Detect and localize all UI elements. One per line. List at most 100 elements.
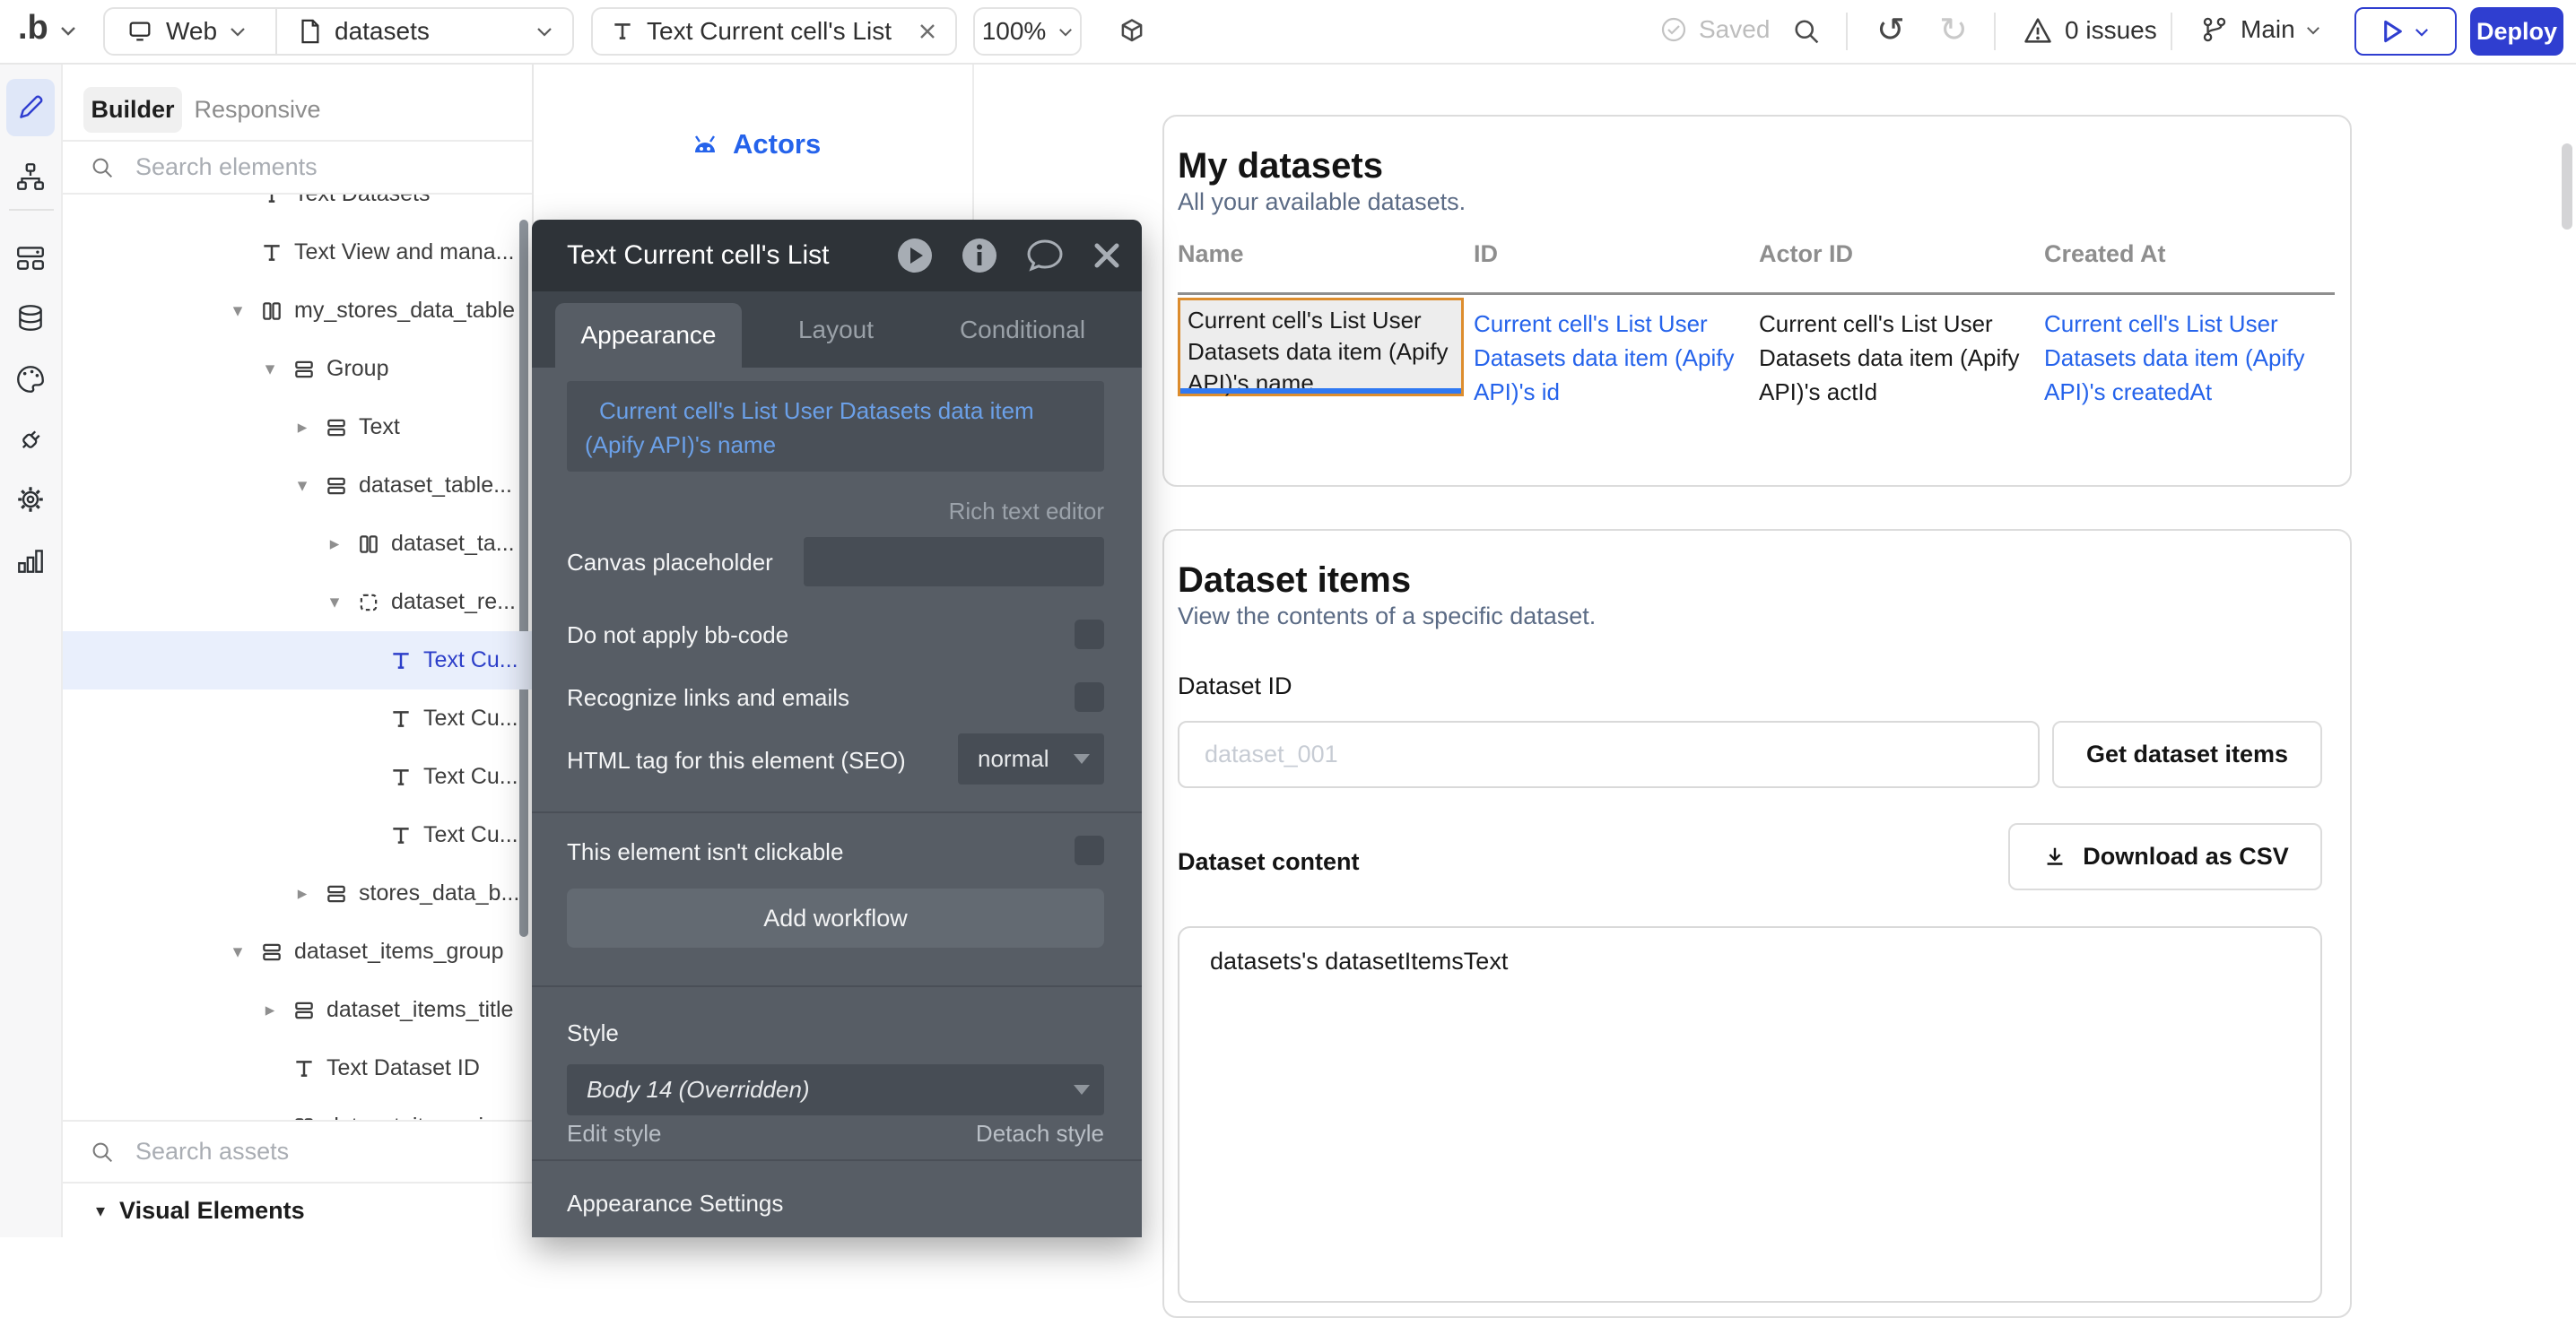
download-csv-button[interactable]: Download as CSV <box>2008 823 2322 890</box>
tree-item-label: my_stores_data_table <box>294 298 515 324</box>
tree-caret-icon[interactable]: ▾ <box>224 941 251 963</box>
tree-caret-icon[interactable]: ▾ <box>257 358 283 380</box>
property-panel-titlebar[interactable]: Text Current cell's List <box>532 220 1142 291</box>
logo-chevron-icon[interactable] <box>59 24 77 37</box>
tree-caret-icon[interactable]: ▸ <box>257 999 283 1021</box>
edit-style-link[interactable]: Edit style <box>567 1120 662 1148</box>
element-search[interactable] <box>63 142 532 195</box>
element-tab[interactable]: Text Current cell's List <box>591 7 957 56</box>
tab-builder[interactable]: Builder <box>83 87 182 133</box>
tree-item[interactable]: Text View and mana... <box>63 223 532 282</box>
my-datasets-title: My datasets <box>1178 146 1383 186</box>
group-element-icon <box>292 358 316 381</box>
tree-item[interactable]: Text Cu... <box>63 689 532 748</box>
tree-item[interactable]: Text Dataset ID <box>63 1039 532 1097</box>
add-workflow-button[interactable]: Add workflow <box>567 889 1104 948</box>
branch-select[interactable]: Main <box>2199 14 2320 45</box>
tree-item[interactable]: ▸dataset_items_title <box>63 981 532 1039</box>
visual-elements-section[interactable]: ▾ Visual Elements <box>63 1184 532 1237</box>
tree-caret-icon[interactable]: ▾ <box>321 591 348 613</box>
tree-item[interactable]: ▾dataset_re... <box>63 573 532 631</box>
branch-icon <box>2199 14 2230 45</box>
issues-indicator[interactable]: 0 issues <box>2022 14 2157 47</box>
chevron-down-icon <box>1074 1085 1090 1095</box>
tree-item-label: dataset_items_group <box>294 939 503 965</box>
tree-caret-icon[interactable]: ▾ <box>289 474 316 497</box>
redo-icon[interactable]: ↻ <box>1939 10 1968 50</box>
canvas-scrollbar[interactable] <box>2562 143 2572 230</box>
group-element-icon <box>325 882 348 906</box>
tree-caret-icon[interactable]: ▸ <box>289 416 316 438</box>
close-tab-icon[interactable] <box>918 22 937 41</box>
tree-item[interactable]: Text Cu... <box>63 748 532 806</box>
rich-text-editor-hint[interactable]: Rich text editor <box>949 498 1104 525</box>
info-icon[interactable] <box>961 237 998 274</box>
dataset-content-label: Dataset content <box>1178 848 1360 876</box>
detach-style-link[interactable]: Detach style <box>976 1120 1104 1148</box>
text-element-icon <box>260 241 283 264</box>
tree-caret-icon[interactable]: ▸ <box>289 882 316 905</box>
tree-item[interactable]: Text Datasets <box>63 195 532 223</box>
deploy-button[interactable]: Deploy <box>2470 7 2563 56</box>
recognize-links-checkbox[interactable] <box>1075 682 1104 712</box>
tree-item[interactable]: ▸stores_data_b... <box>63 864 532 923</box>
visual-elements-label: Visual Elements <box>119 1197 305 1225</box>
actors-link[interactable]: Actors <box>690 128 821 160</box>
design-tab-icon[interactable] <box>6 79 55 136</box>
page-select[interactable]: datasets <box>277 17 572 46</box>
dataset-content-text: datasets's datasetItemsText <box>1210 948 1508 975</box>
tree-item[interactable]: Text Cu... <box>63 631 532 689</box>
run-workflow-icon[interactable] <box>896 237 934 274</box>
dataset-id-input[interactable] <box>1178 721 2040 788</box>
table-cell[interactable]: Current cell's List User Datasets data i… <box>1759 307 2028 409</box>
html-tag-dropdown[interactable]: normal <box>958 733 1104 785</box>
settings-tab-icon[interactable] <box>6 475 55 524</box>
style-dropdown[interactable]: Body 14 (Overridden) <box>567 1064 1104 1115</box>
logs-tab-icon[interactable] <box>6 536 55 585</box>
search-elements-input[interactable] <box>134 152 478 182</box>
canvas-placeholder-input[interactable] <box>804 537 1104 586</box>
search-assets-input[interactable] <box>134 1137 478 1166</box>
tree-item[interactable]: Text Cu... <box>63 806 532 864</box>
table-cell-link[interactable]: Current cell's List User Datasets data i… <box>1474 307 1743 409</box>
plugins-tab-icon[interactable] <box>6 416 55 464</box>
styles-tab-icon[interactable] <box>6 355 55 403</box>
bb-code-checkbox[interactable] <box>1075 620 1104 649</box>
tab-conditional[interactable]: Conditional <box>930 291 1115 368</box>
not-clickable-checkbox[interactable] <box>1075 836 1104 865</box>
tree-item[interactable]: ▾dataset_table... <box>63 456 532 515</box>
tree-item[interactable]: ▾ dataset_items_group <box>63 923 532 981</box>
comment-icon[interactable] <box>1025 237 1065 274</box>
undo-icon[interactable]: ↺ <box>1876 10 1905 50</box>
component-cube-icon[interactable] <box>1116 16 1148 48</box>
tab-layout[interactable]: Layout <box>744 291 928 368</box>
zoom-select[interactable]: 100% <box>973 7 1082 56</box>
get-dataset-items-button[interactable]: Get dataset items <box>2052 721 2322 788</box>
tree-item[interactable]: ▸Text <box>63 398 532 456</box>
platform-select[interactable]: Web <box>105 17 275 46</box>
table-cell-link[interactable]: Current cell's List User Datasets data i… <box>2044 307 2331 409</box>
not-clickable-label: This element isn't clickable <box>567 838 843 866</box>
tree-item[interactable]: ▸dataset_items_in... <box>63 1097 532 1120</box>
workflows-tab-icon[interactable] <box>6 152 55 201</box>
rich-text-editor[interactable]: Current cell's List User Datasets data i… <box>567 381 1104 472</box>
tree-item[interactable]: ▾Group <box>63 340 532 398</box>
close-icon[interactable] <box>1092 240 1122 271</box>
bubble-logo[interactable]: .b <box>18 9 48 48</box>
tree-item[interactable]: ▾ my_stores_data_table <box>63 282 532 340</box>
tree-item-label: Text Cu... <box>423 706 518 732</box>
platform-label: Web <box>166 17 217 46</box>
tab-responsive[interactable]: Responsive <box>195 87 320 133</box>
selected-table-cell[interactable]: Current cell's List User Datasets data i… <box>1178 298 1464 396</box>
components-tab-icon[interactable] <box>6 233 55 282</box>
preview-button[interactable] <box>2354 7 2457 56</box>
tree-caret-icon[interactable]: ▸ <box>321 533 348 555</box>
search-icon[interactable] <box>1790 15 1823 48</box>
panel-mode-tabs: Builder Responsive <box>63 63 532 142</box>
tree-item[interactable]: ▸dataset_ta... <box>63 515 532 573</box>
tab-appearance[interactable]: Appearance <box>555 303 742 368</box>
tree-caret-icon[interactable]: ▾ <box>224 299 251 322</box>
data-tab-icon[interactable] <box>6 294 55 343</box>
tree-item-label: dataset_items_in... <box>326 1114 515 1120</box>
asset-search[interactable] <box>63 1120 532 1184</box>
